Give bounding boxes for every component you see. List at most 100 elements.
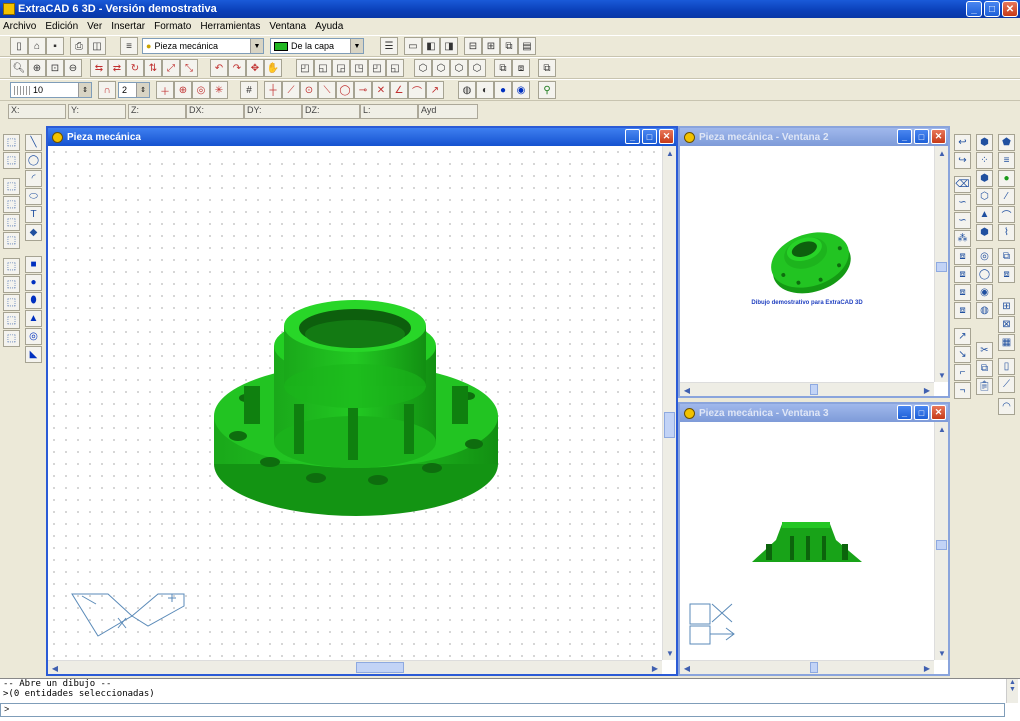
solid-op-icon[interactable]: ⧉	[998, 248, 1015, 265]
ucs-tool-icon[interactable]: ⬚	[3, 134, 20, 151]
ellipse-tool-icon[interactable]: ⬭	[25, 188, 42, 205]
paste-icon[interactable]: 📋︎	[976, 378, 993, 395]
ucs-tool-icon[interactable]: ⬚	[3, 294, 20, 311]
scale-icon[interactable]: ⤢	[162, 59, 180, 77]
command-scrollbar[interactable]: ▲ ▼	[1006, 679, 1018, 703]
solid-op-icon[interactable]: ⧈	[998, 266, 1015, 283]
3d-tool-icon[interactable]: ▲	[976, 206, 993, 223]
layer-select[interactable]: ● Pieza mecánica ▼	[142, 38, 264, 54]
scroll-up-icon[interactable]: ▲	[935, 146, 949, 160]
wedge-tool-icon[interactable]: ◣	[25, 346, 42, 363]
print-preview-icon[interactable]: ◫	[88, 37, 106, 55]
edit-tool-icon[interactable]: ⧈	[954, 302, 971, 319]
solid-op-icon[interactable]: ◠	[998, 398, 1015, 415]
scroll-left-icon[interactable]: ◀	[680, 661, 694, 675]
3d-tool-icon[interactable]: ◉	[976, 284, 993, 301]
3d-tool-icon[interactable]: ◍	[976, 302, 993, 319]
scroll-up-icon[interactable]: ▲	[663, 146, 677, 160]
window-2-canvas[interactable]: Dibujo demostrativo para ExtraCAD 3D	[680, 146, 934, 382]
edit-tool-icon[interactable]: ⧈	[954, 248, 971, 265]
view-back-icon[interactable]: ◱	[314, 59, 332, 77]
snap-perpendicular-icon[interactable]: ⊙	[300, 81, 318, 99]
cut-icon[interactable]: ✂	[976, 342, 993, 359]
snap-angle-icon[interactable]: ∠	[390, 81, 408, 99]
minimize-button[interactable]: _	[625, 129, 640, 144]
zoom-in-icon[interactable]: ⊕	[28, 59, 46, 77]
undo-icon[interactable]: ↶	[210, 59, 228, 77]
arrange-icon[interactable]: ▤	[518, 37, 536, 55]
menu-formato[interactable]: Formato	[154, 21, 191, 32]
arc-tool-icon[interactable]: ◜	[25, 170, 42, 187]
scroll-down-icon[interactable]: ▼	[935, 646, 949, 660]
open-folder-icon[interactable]: ⌂	[28, 37, 46, 55]
scroll-left-icon[interactable]: ◀	[48, 661, 62, 675]
edit-tool-icon[interactable]: ¬	[954, 382, 971, 399]
thickness-input[interactable]: 10 ⇕	[10, 82, 92, 98]
snap-extend-icon[interactable]: ↗	[426, 81, 444, 99]
scroll-thumb[interactable]	[810, 662, 818, 673]
color-select[interactable]: De la capa ▼	[270, 38, 364, 54]
scroll-right-icon[interactable]: ▶	[648, 661, 662, 675]
snap-star-icon[interactable]: ✳	[210, 81, 228, 99]
menu-insertar[interactable]: Insertar	[111, 21, 145, 32]
edit-tool-icon[interactable]: ∽	[954, 212, 971, 229]
solid-op-icon[interactable]: ⟋	[998, 376, 1015, 393]
main-canvas[interactable]	[48, 146, 662, 660]
3d-tool-icon[interactable]: ⬢	[976, 134, 993, 151]
solid-op-icon[interactable]: ≡	[998, 152, 1015, 169]
main-horizontal-scrollbar[interactable]: ◀ ▶	[48, 660, 662, 674]
sphere-tool-icon[interactable]: ●	[25, 274, 42, 291]
view-triple-icon[interactable]: ◨	[440, 37, 458, 55]
orbit-icon[interactable]: ✥	[246, 59, 264, 77]
window-2-vertical-scrollbar[interactable]: ▲ ▼	[934, 146, 948, 382]
solid-op-icon[interactable]: ⁄	[998, 188, 1015, 205]
magnet-icon[interactable]: ∩	[98, 81, 116, 99]
snap-nearest-icon[interactable]: ⊸	[354, 81, 372, 99]
maximize-button[interactable]: □	[984, 1, 1000, 17]
solid-tool-icon[interactable]: ◆	[25, 224, 42, 241]
3d-tool-icon[interactable]: ⬢	[976, 224, 993, 241]
3d-tool-icon[interactable]: ⬡	[976, 188, 993, 205]
3d-tool-icon[interactable]: ◎	[976, 248, 993, 265]
minimize-button[interactable]: _	[897, 129, 912, 144]
cylinder-tool-icon[interactable]: ⬮	[25, 292, 42, 309]
snap-grid-icon[interactable]: #	[240, 81, 258, 99]
redo-icon[interactable]: ↷	[228, 59, 246, 77]
edit-tool-icon[interactable]: ∽	[954, 194, 971, 211]
render-hidden-icon[interactable]: ◐	[476, 81, 494, 99]
zoom-out-icon[interactable]: ⊖	[64, 59, 82, 77]
menu-edicion[interactable]: Edición	[45, 21, 78, 32]
window-2-horizontal-scrollbar[interactable]: ◀ ▶	[680, 382, 934, 396]
close-button[interactable]: ✕	[1002, 1, 1018, 17]
edit-tool-icon[interactable]: ↘	[954, 346, 971, 363]
snap-endpoint-icon[interactable]: ┼	[264, 81, 282, 99]
stretch-icon[interactable]: ⤡	[180, 59, 198, 77]
snap-quadrant-icon[interactable]: ◯	[336, 81, 354, 99]
3d-tool-icon[interactable]: ⁘	[976, 152, 993, 169]
zoom-icon[interactable]: 🔍︎	[10, 59, 28, 77]
snap-cross-icon[interactable]: ＋	[156, 81, 174, 99]
iso-sw-icon[interactable]: ⬡	[414, 59, 432, 77]
tile-vertical-icon[interactable]: ⊞	[482, 37, 500, 55]
scroll-up-icon[interactable]: ▲	[935, 422, 949, 436]
minimize-button[interactable]: _	[897, 405, 912, 420]
view-front-icon[interactable]: ◰	[296, 59, 314, 77]
properties-icon[interactable]: ☰	[380, 37, 398, 55]
view-top-icon[interactable]: ◰	[368, 59, 386, 77]
zoom-window-icon[interactable]: ⊡	[46, 59, 64, 77]
close-button[interactable]: ✕	[931, 405, 946, 420]
close-button[interactable]: ✕	[659, 129, 674, 144]
solid-op-icon[interactable]: ⊞	[998, 298, 1015, 315]
save-icon[interactable]: ▪	[46, 37, 64, 55]
restore-button[interactable]: □	[914, 405, 929, 420]
ucs-tool-icon[interactable]: ⬚	[3, 178, 20, 195]
copy-icon[interactable]: ⧉	[976, 360, 993, 377]
scroll-thumb[interactable]	[356, 662, 404, 673]
layers-icon[interactable]: ≡	[120, 37, 138, 55]
text-tool-icon[interactable]: T	[25, 206, 42, 223]
view-left-icon[interactable]: ◲	[332, 59, 350, 77]
box-tool-icon[interactable]: ■	[25, 256, 42, 273]
ucs-tool-icon[interactable]: ⬚	[3, 276, 20, 293]
ucs-tool-icon[interactable]: ⬚	[3, 152, 20, 169]
edit-tool-icon[interactable]: ⌐	[954, 364, 971, 381]
